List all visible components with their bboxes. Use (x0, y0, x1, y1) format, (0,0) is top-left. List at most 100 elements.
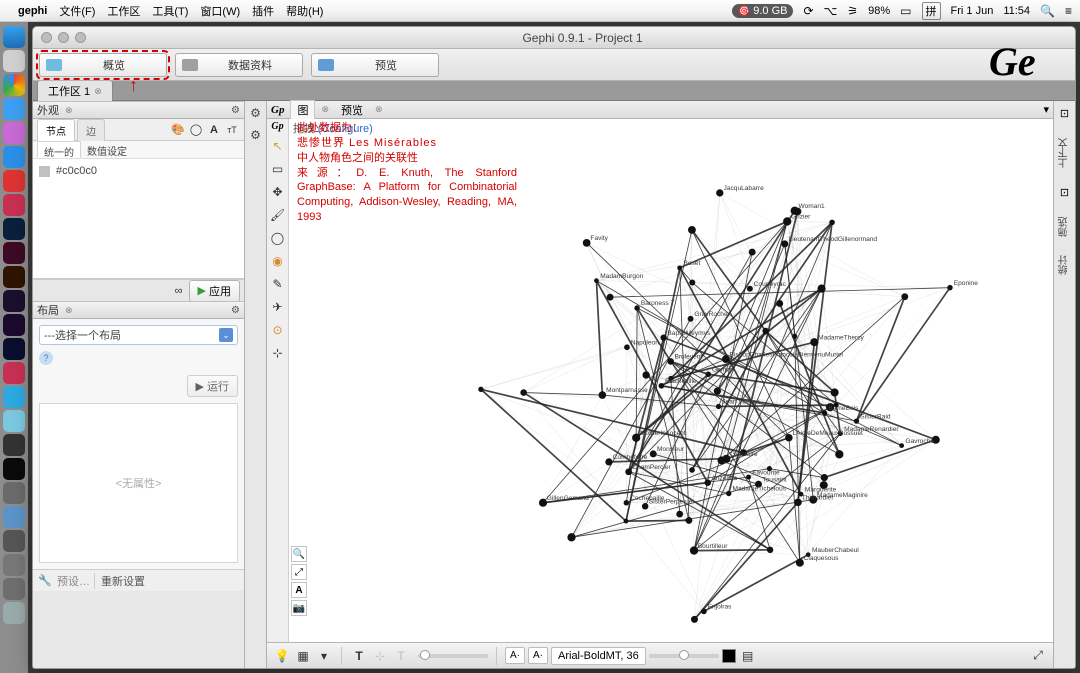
edge-weight-slider[interactable] (418, 654, 488, 658)
dock-gephi-icon[interactable] (3, 434, 25, 456)
dock-ps-icon[interactable] (3, 218, 25, 240)
close-icon[interactable] (41, 32, 52, 43)
canvas-tab-preview[interactable]: 预览 (335, 101, 369, 119)
help-icon[interactable]: ? (39, 351, 53, 365)
label-toggle-icon[interactable]: T (350, 647, 368, 665)
label-color-icon[interactable]: A (206, 122, 222, 138)
dock-app-icon[interactable] (3, 482, 25, 504)
appearance-header[interactable]: 外观 ⊗ ⚙ (33, 101, 244, 119)
reset-button[interactable]: 重新设置 (94, 573, 145, 589)
chain-icon[interactable]: ∞ (171, 283, 187, 299)
tab-nodes[interactable]: 节点 (37, 119, 75, 141)
titlebar[interactable]: Gephi 0.9.1 - Project 1 (33, 27, 1075, 49)
pin-icon[interactable]: ✈ (269, 298, 287, 316)
dock-mail-icon[interactable] (3, 98, 25, 120)
font-picker[interactable]: Arial-BoldMT, 36 (551, 647, 646, 665)
dock-itunes-icon[interactable] (3, 122, 25, 144)
label-size-slider[interactable] (649, 654, 719, 658)
dock-trash-icon[interactable] (3, 602, 25, 624)
spotlight-icon[interactable]: 🔍 (1040, 4, 1055, 18)
menu-icon[interactable]: ≡ (1065, 4, 1072, 18)
dock-app-icon[interactable] (3, 410, 25, 432)
dock-id-icon[interactable] (3, 242, 25, 264)
dock-app-icon[interactable] (3, 578, 25, 600)
layout-header[interactable]: 布局 ⊗ ⚙ (33, 301, 244, 319)
apply-button[interactable]: ▶ 应用 (189, 280, 240, 302)
tab-unique[interactable]: 统一的 (37, 141, 81, 158)
background-icon[interactable]: ▦ (294, 647, 312, 665)
size-icon[interactable]: ◯ (188, 122, 204, 138)
attributes-icon[interactable]: ▤ (739, 647, 757, 665)
menu-tools[interactable]: 工具(T) (152, 3, 188, 19)
tab-ranking[interactable]: 数值设定 (81, 141, 133, 158)
options-icon[interactable]: ⊡ (1060, 186, 1069, 199)
screenshot-icon[interactable]: ▾ (315, 647, 333, 665)
tab-data-lab[interactable]: 数据资料 (175, 53, 303, 77)
ime-icon[interactable]: 拼 (922, 2, 941, 20)
gear-icon[interactable]: ⚙ (231, 305, 240, 316)
wifi-icon[interactable]: ⚞ (847, 4, 858, 18)
label-color-swatch[interactable] (722, 649, 736, 663)
gear-icon[interactable]: ⚙ (248, 127, 264, 143)
close-icon[interactable]: ⊗ (375, 104, 383, 115)
wrench-icon[interactable]: 🔧 (37, 573, 53, 589)
date[interactable]: Fri 1 Jun (951, 5, 994, 17)
gear-icon[interactable]: ⚙ (248, 105, 264, 121)
gear-icon[interactable]: ⚙ (231, 105, 240, 116)
expand-icon[interactable]: ⤢ (1029, 647, 1047, 665)
font-mode2[interactable]: A· (528, 647, 548, 664)
palette-icon[interactable]: 🎨 (170, 122, 186, 138)
dock-app-icon[interactable] (3, 170, 25, 192)
tab-overview[interactable]: 概览 (39, 53, 167, 77)
edit-icon[interactable]: ✎ (269, 275, 287, 293)
menu-plugins[interactable]: 插件 (252, 3, 274, 19)
size-icon[interactable]: ◯ (269, 229, 287, 247)
move-icon[interactable]: ✥ (269, 183, 287, 201)
color-swatch[interactable] (39, 166, 50, 177)
tab-filters[interactable]: 筛选 (1057, 217, 1072, 237)
color-row[interactable]: #c0c0c0 (37, 163, 240, 179)
dock-app-icon[interactable] (3, 194, 25, 216)
menu-help[interactable]: 帮助(H) (286, 3, 323, 19)
options-icon[interactable]: ⊡ (1060, 107, 1069, 120)
lightbulb-icon[interactable]: 💡 (273, 647, 291, 665)
zoom-icon[interactable]: 🔍 (291, 546, 307, 562)
dock-protege-icon[interactable] (3, 458, 25, 480)
dock-skype-icon[interactable] (3, 386, 25, 408)
dock-appstore-icon[interactable] (3, 146, 25, 168)
node-label-icon[interactable]: ⊹ (371, 647, 389, 665)
close-icon[interactable]: ⊗ (321, 104, 329, 115)
edge-label-icon[interactable]: T (392, 647, 410, 665)
dock-app-icon[interactable] (3, 554, 25, 576)
path-icon[interactable]: ⊹ (269, 344, 287, 362)
zoom-icon[interactable] (75, 32, 86, 43)
rect-select-icon[interactable]: ▭ (269, 160, 287, 178)
canvas-tab-graph[interactable]: 图 (290, 100, 315, 119)
camera-icon[interactable]: 📷 (291, 600, 307, 616)
dock-br-icon[interactable] (3, 290, 25, 312)
dock-finder-icon[interactable] (3, 26, 25, 48)
dock-ai-icon[interactable] (3, 266, 25, 288)
tab-statistics[interactable]: 统计 (1057, 255, 1072, 275)
minimize-icon[interactable] (58, 32, 69, 43)
dock-chrome-icon[interactable] (3, 74, 25, 96)
sync-icon[interactable]: ⟳ (803, 4, 813, 18)
ring-icon[interactable]: ⊙ (269, 321, 287, 339)
presets-button[interactable]: 预设… (57, 573, 90, 589)
dock-ae-icon[interactable] (3, 338, 25, 360)
brush-icon[interactable]: 🖌 (269, 206, 287, 224)
chevron-down-icon[interactable]: ▾ (1043, 103, 1049, 116)
menu-file[interactable]: 文件(F) (59, 3, 95, 19)
run-button[interactable]: ▶ 运行 (187, 375, 238, 397)
heatmap-icon[interactable]: ◉ (269, 252, 287, 270)
font-mode[interactable]: A· (505, 647, 525, 664)
close-icon[interactable]: ⊗ (94, 86, 102, 97)
text-a-icon[interactable]: A (291, 582, 307, 598)
time[interactable]: 11:54 (1003, 5, 1030, 17)
graph-canvas[interactable]: 拖拽 (Configure) 此处数据为： 悲惨世界 Les Misérable… (289, 119, 1053, 642)
workspace-tab[interactable]: 工作区 1 ⊗ (37, 80, 113, 101)
close-icon[interactable]: ⊗ (65, 105, 73, 116)
label-size-icon[interactable]: тT (224, 122, 240, 138)
menu-workspace[interactable]: 工作区 (107, 3, 140, 19)
tab-context[interactable]: 上下文 (1057, 138, 1072, 168)
